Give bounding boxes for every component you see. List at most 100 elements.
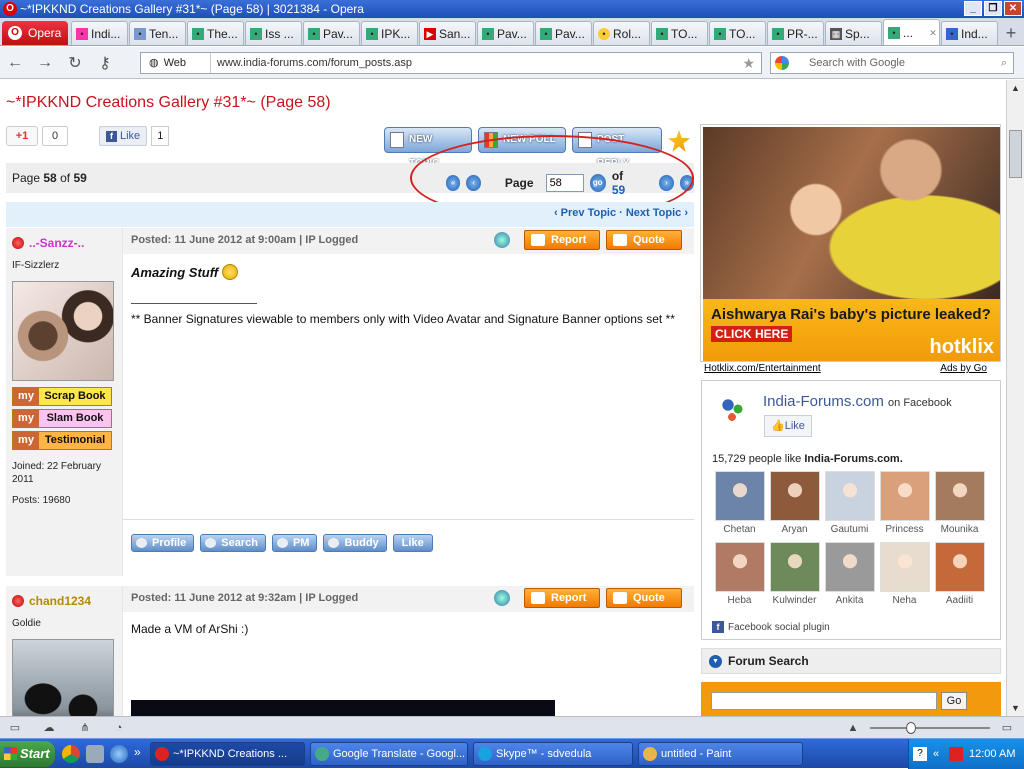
testimonial-button[interactable]: my Testimonial: [12, 431, 112, 450]
tab-11[interactable]: • TO...: [709, 21, 766, 45]
zoom-options-icon[interactable]: ▭: [1000, 721, 1014, 735]
fan-name[interactable]: Mounika: [941, 524, 979, 536]
tab-8[interactable]: • Pav...: [535, 21, 592, 45]
tab-15[interactable]: • Ind...: [941, 21, 998, 45]
fan-name[interactable]: Gautumi: [831, 524, 869, 536]
fan-name[interactable]: Aadiiti: [946, 595, 973, 607]
fan-photo[interactable]: [714, 542, 765, 592]
cloud-icon[interactable]: ☁: [42, 721, 56, 735]
forum-search-input[interactable]: [711, 692, 937, 710]
tab-2[interactable]: • The...: [187, 21, 244, 45]
tab-6[interactable]: ▶ San...: [419, 21, 476, 45]
fb-fan[interactable]: Chetan: [712, 471, 767, 536]
fb-fan[interactable]: Aadiiti: [932, 542, 987, 607]
fan-name[interactable]: Aryan: [781, 524, 807, 536]
tab-0[interactable]: • Indi...: [71, 21, 128, 45]
scroll-up-icon[interactable]: ▲: [1007, 80, 1024, 96]
scroll-thumb[interactable]: [1009, 130, 1022, 178]
next-page-icon[interactable]: ›: [659, 175, 674, 191]
fb-page-name[interactable]: India-Forums.com on Facebook: [763, 393, 952, 410]
embedded-video-banner[interactable]: [131, 700, 555, 716]
share-icon[interactable]: ⋔: [78, 721, 92, 735]
ip-globe-icon[interactable]: [494, 232, 510, 248]
fan-photo[interactable]: [769, 542, 820, 592]
forward-arrow-icon[interactable]: →: [30, 54, 60, 72]
tab-3[interactable]: • Iss ...: [245, 21, 302, 45]
pm-button[interactable]: PM: [271, 534, 318, 552]
fan-name[interactable]: Neha: [893, 595, 917, 607]
advertisement[interactable]: Aishwarya Rai's baby's picture leaked? C…: [700, 124, 1001, 362]
fan-name[interactable]: Ankita: [836, 595, 864, 607]
fan-photo[interactable]: [934, 542, 985, 592]
task-opera[interactable]: ~*IPKKND Creations ...: [150, 742, 305, 766]
tab-5[interactable]: • IPK...: [361, 21, 418, 45]
tab-4[interactable]: • Pav...: [303, 21, 360, 45]
tab-9[interactable]: • Rol...: [593, 21, 650, 45]
scrapbook-button[interactable]: my Scrap Book: [12, 387, 112, 406]
chrome-icon[interactable]: [62, 745, 80, 763]
fan-name[interactable]: Chetan: [723, 524, 755, 536]
minimize-button[interactable]: _: [964, 1, 982, 16]
quote-button[interactable]: Quote: [606, 230, 682, 250]
vertical-scrollbar[interactable]: ▲ ▼: [1006, 80, 1024, 716]
zoom-arrow-icon[interactable]: ▲: [846, 721, 860, 735]
profile-button[interactable]: Profile: [131, 534, 195, 552]
app-icon[interactable]: [86, 745, 104, 763]
tab-12[interactable]: • PR-...: [767, 21, 824, 45]
report-button[interactable]: Report: [524, 230, 600, 250]
search-icon[interactable]: ⌕: [1001, 53, 1007, 73]
zoom-slider-handle[interactable]: [906, 722, 916, 734]
prev-page-icon[interactable]: ‹: [466, 175, 481, 191]
forum-search-header[interactable]: ▼ Forum Search: [701, 648, 1001, 674]
task-google-translate[interactable]: Google Translate - Googl...: [310, 742, 468, 766]
tab-7[interactable]: • Pav...: [477, 21, 534, 45]
search-input[interactable]: Search with Google ⌕: [770, 52, 1014, 74]
buddy-button[interactable]: Buddy: [323, 534, 387, 552]
forum-search-go-button[interactable]: Go: [941, 692, 967, 710]
fan-photo[interactable]: [824, 542, 875, 592]
help-icon[interactable]: ?: [913, 747, 927, 761]
tab-10[interactable]: • TO...: [651, 21, 708, 45]
url-box[interactable]: ◍ Web www.india-forums.com/forum_posts.as…: [140, 52, 762, 74]
web-badge[interactable]: ◍ Web: [141, 53, 211, 73]
search-user-button[interactable]: Search: [200, 534, 266, 552]
url-text[interactable]: www.india-forums.com/forum_posts.asp: [211, 57, 412, 69]
fan-photo[interactable]: [769, 471, 820, 521]
new-poll-button[interactable]: NEW POLL: [478, 127, 566, 153]
last-page-icon[interactable]: »: [679, 175, 694, 191]
report-button[interactable]: Report: [524, 588, 600, 608]
fan-photo[interactable]: [714, 471, 765, 521]
fan-photo[interactable]: [824, 471, 875, 521]
reload-icon[interactable]: ↻: [60, 53, 90, 73]
fan-name[interactable]: Heba: [728, 595, 752, 607]
ie-icon[interactable]: [110, 745, 128, 763]
ad-click-here-button[interactable]: CLICK HERE: [711, 326, 793, 342]
fb-fan[interactable]: Heba: [712, 542, 767, 607]
favourite-star-icon[interactable]: [668, 130, 690, 152]
ip-globe-icon[interactable]: [494, 590, 510, 606]
fb-fan[interactable]: Kulwinder: [767, 542, 822, 607]
tab-13[interactable]: ▦ Sp...: [825, 21, 882, 45]
zoom-slider[interactable]: [870, 722, 990, 734]
facebook-like-button[interactable]: f Like: [99, 126, 148, 146]
fb-fan[interactable]: Princess: [877, 471, 932, 536]
tab-1[interactable]: • Ten...: [129, 21, 186, 45]
tab-close-icon[interactable]: ✕: [927, 27, 939, 39]
task-paint[interactable]: untitled - Paint: [638, 742, 803, 766]
fan-name[interactable]: Kulwinder: [773, 595, 817, 607]
india-forums-logo[interactable]: [712, 393, 752, 433]
fan-photo[interactable]: [879, 471, 930, 521]
ad-source-link[interactable]: Hotklix.com/Entertainment: [704, 363, 821, 374]
fan-photo[interactable]: [879, 542, 930, 592]
username[interactable]: ..-Sanzz-..: [12, 236, 115, 250]
prev-next-topic-links[interactable]: ‹ Prev Topic · Next Topic ›: [554, 207, 688, 219]
speed-dial-icon[interactable]: ◔: [112, 721, 126, 735]
slambook-button[interactable]: my Slam Book: [12, 409, 112, 428]
fan-photo[interactable]: [934, 471, 985, 521]
fb-like-page-button[interactable]: 👍Like: [764, 415, 812, 437]
google-plus-button[interactable]: +1: [6, 126, 38, 146]
fb-fan[interactable]: Neha: [877, 542, 932, 607]
new-tab-icon[interactable]: +: [999, 23, 1023, 45]
fan-name[interactable]: Princess: [885, 524, 923, 536]
task-skype[interactable]: Skype™ - sdvedula: [473, 742, 633, 766]
